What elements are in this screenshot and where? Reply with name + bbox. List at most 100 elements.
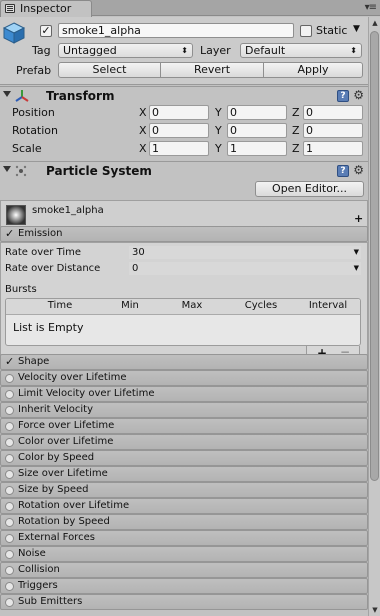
module-toggle-icon[interactable] bbox=[5, 454, 14, 463]
module-toggle-icon[interactable] bbox=[5, 486, 14, 495]
module-label: Rotation by Speed bbox=[18, 516, 110, 527]
gameobject-header: ✓ smoke1_alpha Static ▼ Tag Untagged ⬍ L… bbox=[0, 17, 368, 85]
module-toggle-icon[interactable] bbox=[5, 598, 14, 607]
rotation-x-field[interactable]: 0 bbox=[149, 123, 209, 138]
module-size-over-lifetime-header[interactable]: Size over Lifetime bbox=[0, 466, 368, 482]
tab-menu-icon[interactable]: ▾≡ bbox=[365, 2, 377, 13]
scroll-thumb[interactable] bbox=[370, 31, 379, 481]
bursts-col-max: Max bbox=[181, 300, 203, 311]
static-dropdown-arrow-icon[interactable]: ▼ bbox=[353, 24, 360, 34]
vertical-scrollbar[interactable]: ▲ ▼ bbox=[368, 17, 380, 616]
bursts-col-min: Min bbox=[121, 300, 139, 311]
module-external-forces-header[interactable]: External Forces bbox=[0, 530, 368, 546]
rate-over-time-value: 30 bbox=[132, 247, 145, 258]
particle-system-header[interactable]: Particle System ? ⚙ bbox=[0, 161, 368, 179]
module-limit-velocity-over-lifetime-header[interactable]: Limit Velocity over Lifetime bbox=[0, 386, 368, 402]
position-y-field[interactable]: 0 bbox=[227, 105, 287, 120]
module-label: Triggers bbox=[18, 580, 58, 591]
layer-dropdown[interactable]: Default ⬍ bbox=[240, 43, 362, 58]
module-toggle-icon[interactable] bbox=[5, 374, 14, 383]
transform-foldout-icon[interactable] bbox=[3, 91, 11, 97]
particle-system-help-icon[interactable]: ? bbox=[337, 165, 349, 177]
module-toggle-icon[interactable] bbox=[5, 550, 14, 559]
particle-texture-icon bbox=[6, 205, 26, 225]
scale-x-field[interactable]: 1 bbox=[149, 141, 209, 156]
module-noise-header[interactable]: Noise bbox=[0, 546, 368, 562]
module-label: External Forces bbox=[18, 532, 95, 543]
module-label: Rotation over Lifetime bbox=[18, 500, 130, 511]
scroll-up-arrow-icon[interactable]: ▲ bbox=[369, 17, 380, 29]
rate-over-time-field[interactable]: 30 ▼ bbox=[129, 246, 361, 259]
position-y-axis: Y bbox=[215, 106, 222, 119]
main-module[interactable]: smoke1_alpha + bbox=[0, 200, 368, 228]
module-color-by-speed-header[interactable]: Color by Speed bbox=[0, 450, 368, 466]
particle-system-gear-icon[interactable]: ⚙ bbox=[353, 163, 364, 177]
scroll-down-arrow-icon[interactable]: ▼ bbox=[369, 604, 380, 616]
transform-gear-icon[interactable]: ⚙ bbox=[353, 88, 364, 102]
module-label: Color by Speed bbox=[18, 452, 95, 463]
emission-check-icon[interactable]: ✓ bbox=[5, 227, 14, 240]
inspector-tab[interactable]: Inspector bbox=[0, 0, 92, 17]
particle-system-foldout-icon[interactable] bbox=[3, 166, 11, 172]
module-triggers-header[interactable]: Triggers bbox=[0, 578, 368, 594]
scale-z-field[interactable]: 1 bbox=[303, 141, 363, 156]
prefab-revert-button[interactable]: Revert bbox=[160, 62, 264, 78]
rotation-z-field[interactable]: 0 bbox=[303, 123, 363, 138]
tag-dropdown-arrow-icon: ⬍ bbox=[181, 46, 188, 55]
transform-help-icon[interactable]: ? bbox=[337, 90, 349, 102]
gameobject-name-field[interactable]: smoke1_alpha bbox=[58, 23, 294, 38]
tag-dropdown[interactable]: Untagged ⬍ bbox=[58, 43, 193, 58]
rate-over-distance-curve-arrow-icon[interactable]: ▼ bbox=[354, 262, 359, 275]
module-sub-emitters-header[interactable]: Sub Emitters bbox=[0, 594, 368, 610]
active-checkbox[interactable]: ✓ bbox=[40, 25, 52, 37]
bursts-col-interval: Interval bbox=[308, 300, 348, 311]
module-toggle-icon[interactable] bbox=[5, 534, 14, 543]
module-force-over-lifetime-header[interactable]: Force over Lifetime bbox=[0, 418, 368, 434]
transform-header[interactable]: Transform ? ⚙ bbox=[0, 86, 368, 104]
module-toggle-icon[interactable] bbox=[5, 502, 14, 511]
module-toggle-icon[interactable] bbox=[5, 582, 14, 591]
module-toggle-icon[interactable] bbox=[5, 406, 14, 415]
module-emission-header[interactable]: ✓ Emission bbox=[0, 226, 368, 242]
open-editor-button[interactable]: Open Editor... bbox=[255, 181, 364, 197]
transform-body: Position X 0 Y 0 Z 0 Rotation X 0 Y 0 Z … bbox=[0, 104, 368, 161]
rate-over-distance-label: Rate over Distance bbox=[5, 263, 101, 274]
module-size-by-speed-header[interactable]: Size by Speed bbox=[0, 482, 368, 498]
module-color-over-lifetime-header[interactable]: Color over Lifetime bbox=[0, 434, 368, 450]
module-toggle-icon[interactable] bbox=[5, 438, 14, 447]
module-toggle-icon[interactable] bbox=[5, 422, 14, 431]
position-x-field[interactable]: 0 bbox=[149, 105, 209, 120]
prefab-apply-button[interactable]: Apply bbox=[263, 62, 363, 78]
position-z-field[interactable]: 0 bbox=[303, 105, 363, 120]
module-label: Size over Lifetime bbox=[18, 468, 108, 479]
module-rotation-by-speed-header[interactable]: Rotation by Speed bbox=[0, 514, 368, 530]
shape-check-icon[interactable]: ✓ bbox=[5, 355, 14, 368]
transform-axes-icon bbox=[15, 90, 29, 102]
module-shape-header[interactable]: ✓ Shape bbox=[0, 354, 368, 370]
module-label: Size by Speed bbox=[18, 484, 89, 495]
scale-y-field[interactable]: 1 bbox=[227, 141, 287, 156]
module-collision-header[interactable]: Collision bbox=[0, 562, 368, 578]
module-toggle-icon[interactable] bbox=[5, 390, 14, 399]
rotation-label: Rotation bbox=[12, 124, 59, 137]
prefab-select-button[interactable]: Select bbox=[58, 62, 161, 78]
module-velocity-over-lifetime-header[interactable]: Velocity over Lifetime bbox=[0, 370, 368, 386]
bursts-empty-text: List is Empty bbox=[13, 321, 84, 334]
module-rotation-over-lifetime-header[interactable]: Rotation over Lifetime bbox=[0, 498, 368, 514]
module-toggle-icon[interactable] bbox=[5, 470, 14, 479]
module-label: Velocity over Lifetime bbox=[18, 372, 127, 383]
inspector-icon bbox=[5, 4, 15, 13]
rate-over-distance-field[interactable]: 0 ▼ bbox=[129, 262, 361, 275]
static-checkbox[interactable] bbox=[300, 25, 312, 37]
rate-over-time-curve-arrow-icon[interactable]: ▼ bbox=[354, 246, 359, 259]
particle-system-icon bbox=[15, 165, 27, 177]
rotation-x-axis: X bbox=[139, 124, 147, 137]
module-toggle-icon[interactable] bbox=[5, 566, 14, 575]
module-inherit-velocity-header[interactable]: Inherit Velocity bbox=[0, 402, 368, 418]
rotation-y-field[interactable]: 0 bbox=[227, 123, 287, 138]
layer-value: Default bbox=[245, 44, 286, 57]
add-module-icon[interactable]: + bbox=[354, 212, 363, 225]
module-label: Sub Emitters bbox=[18, 596, 83, 607]
module-toggle-icon[interactable] bbox=[5, 518, 14, 527]
particle-system-title: Particle System bbox=[46, 164, 152, 178]
